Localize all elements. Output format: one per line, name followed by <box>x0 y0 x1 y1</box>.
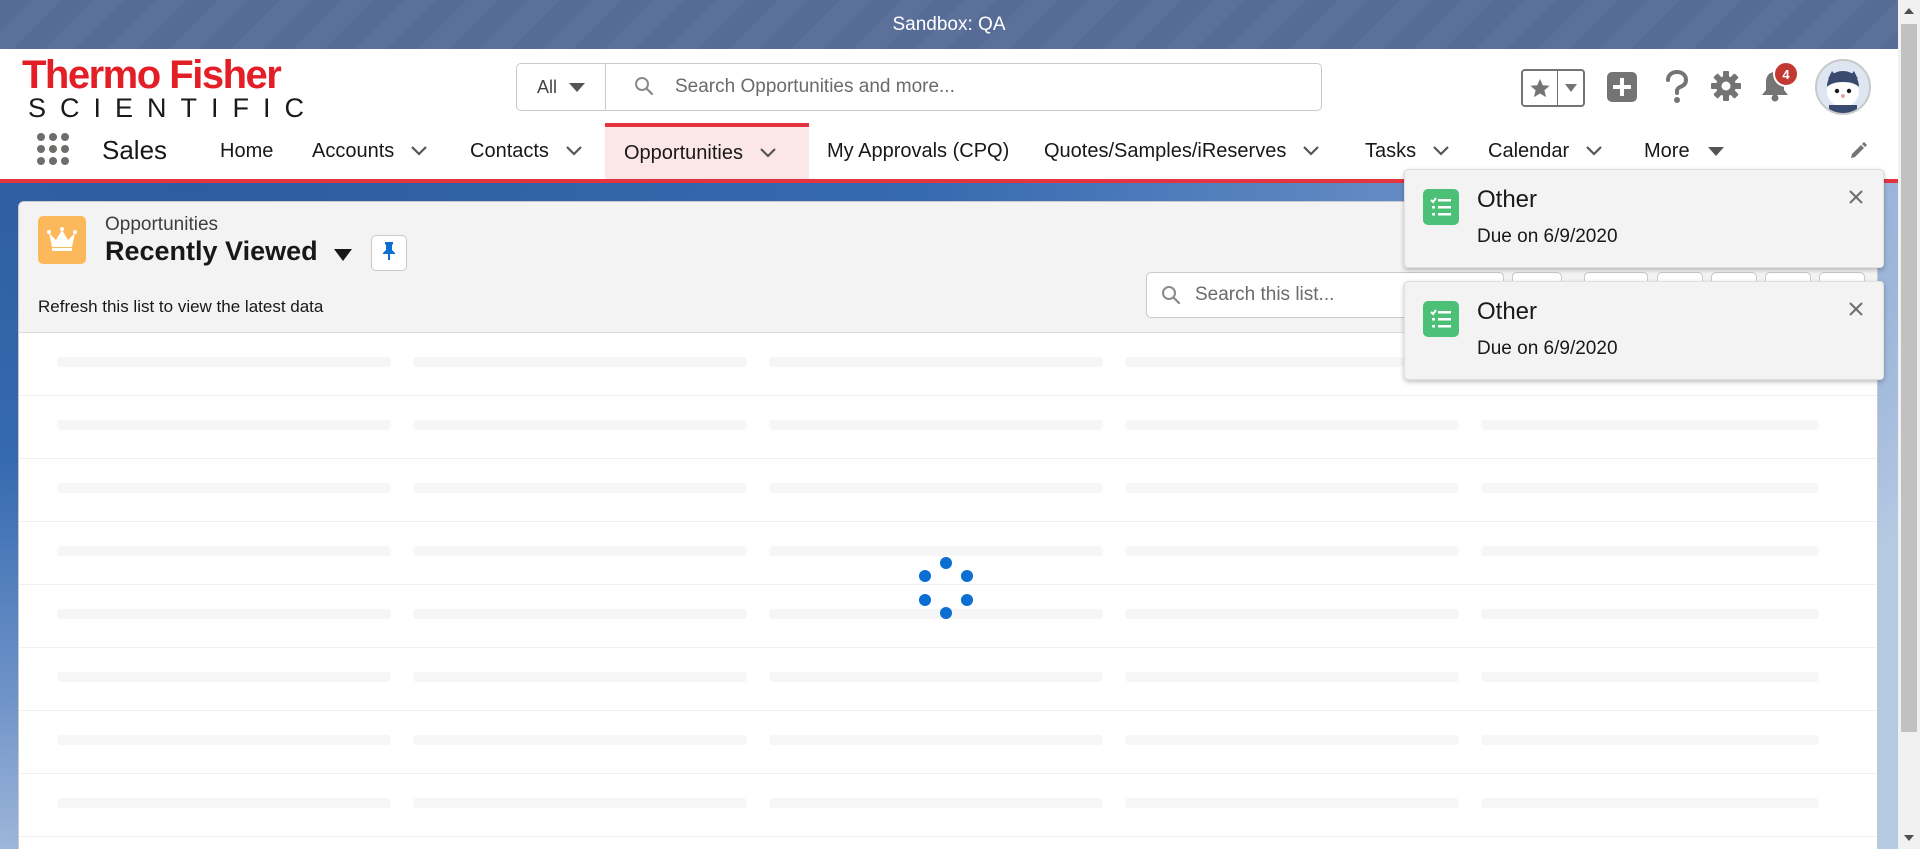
nav-item-label: Quotes/Samples/iReserves <box>1044 139 1287 162</box>
bell-icon <box>1760 72 1790 106</box>
global-search-input[interactable] <box>673 64 1277 110</box>
pin-icon <box>381 241 397 266</box>
nav-item-label: Home <box>220 139 274 162</box>
chevron-down-icon[interactable] <box>1432 145 1450 157</box>
scroll-up-arrow-icon[interactable] <box>1898 0 1920 22</box>
setup-button[interactable] <box>1711 71 1741 106</box>
task-icon <box>1423 301 1459 337</box>
viewport: Sandbox: QA Thermo Fisher SCIENTIFIC All <box>0 0 1898 849</box>
opportunity-crown-icon <box>38 216 86 264</box>
sandbox-label: Sandbox: QA <box>892 13 1006 35</box>
app-name: Sales <box>102 135 168 165</box>
caret-down-icon[interactable] <box>1707 146 1724 156</box>
nav-item-opportunities[interactable]: Opportunities <box>605 123 809 179</box>
skeleton-row <box>19 711 1877 774</box>
search-icon <box>634 76 654 101</box>
chevron-down-icon[interactable] <box>1302 145 1320 157</box>
task-reminder-toast[interactable]: Other Due on 6/9/2020 <box>1404 169 1884 268</box>
toast-title[interactable]: Other <box>1477 186 1537 214</box>
plus-icon <box>1606 72 1638 107</box>
gear-icon <box>1711 71 1741 105</box>
nav-item-home[interactable]: Home <box>208 123 285 179</box>
close-icon[interactable] <box>1845 298 1867 320</box>
pencil-icon <box>1848 142 1868 165</box>
help-icon <box>1664 69 1690 108</box>
chevron-down-icon[interactable] <box>759 147 777 159</box>
nav-item-my-approvals[interactable]: My Approvals (CPQ) <box>815 123 1021 179</box>
list-view-name[interactable]: Recently Viewed <box>105 236 318 267</box>
chevron-down-icon[interactable] <box>410 145 428 157</box>
search-scope-select[interactable]: All <box>517 64 606 110</box>
scroll-down-arrow-icon[interactable] <box>1898 827 1920 849</box>
chevron-down-icon[interactable] <box>565 145 583 157</box>
favorites-dropdown-icon[interactable] <box>1558 71 1583 105</box>
nav-item-label: Opportunities <box>624 141 743 164</box>
nav-item-label: My Approvals (CPQ) <box>827 139 1010 162</box>
user-avatar[interactable] <box>1815 59 1871 115</box>
notification-count-badge: 4 <box>1773 61 1799 87</box>
search-scope-label: All <box>536 76 557 97</box>
refresh-message: Refresh this list to view the latest dat… <box>38 297 324 316</box>
search-icon <box>1161 285 1181 310</box>
skeleton-row <box>19 774 1877 837</box>
loading-spinner <box>916 557 976 619</box>
nav-item-label: More <box>1644 139 1690 162</box>
nav-item-label: Tasks <box>1365 139 1417 162</box>
toast-due-date: Due on 6/9/2020 <box>1477 226 1618 247</box>
scrollbar-thumb[interactable] <box>1901 24 1917 732</box>
caret-down-icon <box>569 82 585 92</box>
logo-line-2: SCIENTIFIC <box>28 93 319 123</box>
logo-line-1: Thermo Fisher <box>22 53 282 97</box>
list-view-picker-icon[interactable] <box>334 248 352 266</box>
toast-due-date: Due on 6/9/2020 <box>1477 338 1618 359</box>
skeleton-row <box>19 396 1877 459</box>
star-icon[interactable] <box>1523 71 1558 105</box>
edit-nav-button[interactable] <box>1848 141 1868 166</box>
app-launcher-icon[interactable] <box>37 133 69 165</box>
task-icon <box>1423 189 1459 225</box>
nav-item-contacts[interactable]: Contacts <box>458 123 595 179</box>
task-reminder-toast[interactable]: Other Due on 6/9/2020 <box>1404 281 1884 380</box>
global-search: All <box>516 63 1322 111</box>
object-label: Opportunities <box>105 214 219 235</box>
nav-item-label: Accounts <box>312 139 395 162</box>
nav-item-label: Contacts <box>470 139 549 162</box>
toast-title[interactable]: Other <box>1477 298 1537 326</box>
company-logo[interactable]: Thermo Fisher SCIENTIFIC <box>22 53 319 123</box>
nav-item-accounts[interactable]: Accounts <box>300 123 440 179</box>
skeleton-row <box>19 459 1877 522</box>
nav-item-quotes-samples-ireserves[interactable]: Quotes/Samples/iReserves <box>1032 123 1332 179</box>
help-button[interactable] <box>1664 69 1690 109</box>
global-actions-button[interactable] <box>1606 71 1638 108</box>
favorites-button[interactable] <box>1521 69 1585 107</box>
close-icon[interactable] <box>1845 186 1867 208</box>
page-scrollbar[interactable] <box>1898 0 1920 849</box>
sandbox-banner: Sandbox: QA <box>0 0 1898 49</box>
nav-item-label: Calendar <box>1488 139 1570 162</box>
skeleton-row <box>19 648 1877 711</box>
chevron-down-icon[interactable] <box>1585 145 1603 157</box>
pin-list-view-button[interactable] <box>371 235 407 271</box>
search-field <box>606 64 1321 110</box>
